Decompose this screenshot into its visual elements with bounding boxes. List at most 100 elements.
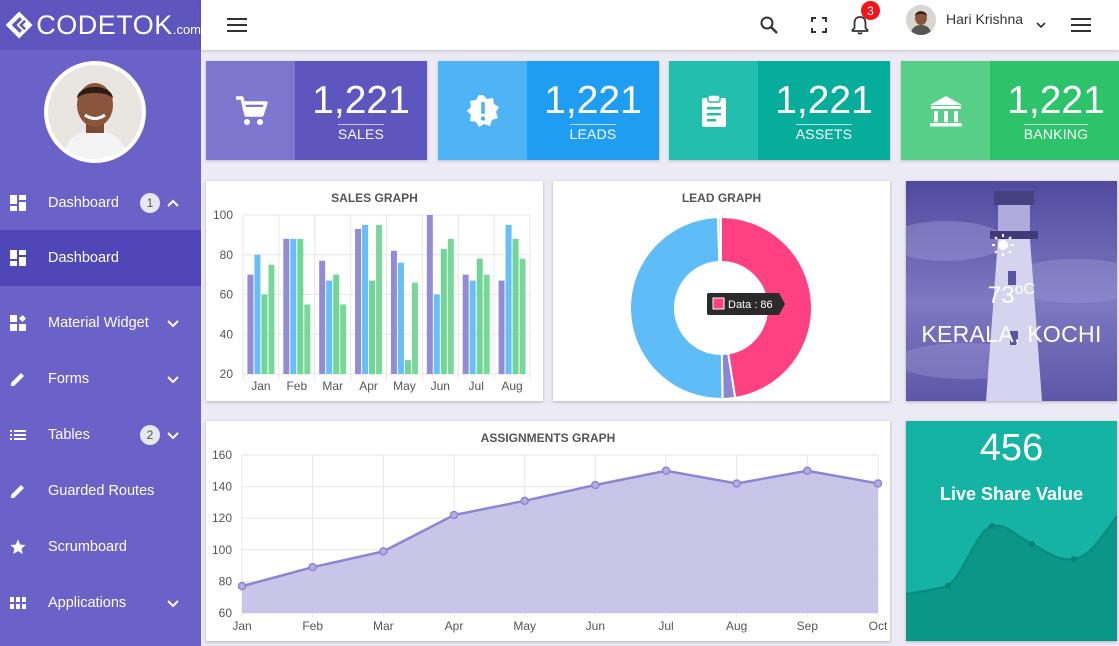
menu-toggle-button[interactable] [223, 11, 251, 39]
alert-badge-icon [466, 94, 499, 127]
donut-slice [716, 215, 722, 264]
chevron-down-icon[interactable] [166, 372, 180, 386]
count-badge: 1 [140, 193, 160, 213]
stat-label: BANKING [1023, 123, 1089, 142]
y-tick-label: 120 [212, 511, 232, 525]
chevron-down-icon [1036, 22, 1046, 29]
assignments-area-chart: 60 80 100 120 140 160 Jan Feb Mar Apr May Jun Jul Aug… [212, 448, 888, 633]
data-point [237, 581, 247, 591]
stat-card-banking[interactable]: 1,221 BANKING [901, 61, 1119, 160]
data-point [520, 496, 529, 506]
sidebar-item-label: Tables [48, 427, 90, 443]
fullscreen-icon [811, 17, 827, 33]
x-tick-label: Jan [232, 619, 251, 633]
assignments-graph-card: ASSIGNMENTS GRAPH 60 80 100 120 140 160 Jan Feb… [206, 421, 890, 641]
bar [247, 274, 254, 374]
x-tick-label: Apr [445, 619, 464, 633]
right-panel-toggle-button[interactable] [1067, 11, 1095, 39]
stat-icon-box [438, 61, 527, 160]
y-tick-label: 40 [220, 327, 234, 341]
stat-card-assets[interactable]: 1,221 ASSETS [669, 61, 890, 160]
profile-avatar[interactable] [44, 61, 146, 163]
bar [340, 304, 347, 374]
star-icon [9, 538, 27, 556]
user-menu-toggle[interactable] [1027, 11, 1055, 39]
x-tick-label: Mar [322, 379, 343, 393]
fullscreen-button[interactable] [805, 11, 833, 39]
bar [404, 360, 411, 374]
chevron-down-icon[interactable] [166, 316, 180, 330]
bar [290, 238, 297, 374]
sidebar-item-tables[interactable]: Tables 2 [0, 407, 201, 463]
chevron-up-icon[interactable] [166, 196, 180, 210]
data-point [379, 547, 388, 556]
y-tick-label: 100 [212, 543, 232, 557]
x-tick-label: Jun [431, 379, 450, 393]
sidebar-item-material-widget[interactable]: Material Widget [0, 295, 201, 351]
bar [505, 224, 512, 374]
sales-graph-card: SALES GRAPH 20 40 60 80 100 Jan Feb Mar Apr May Ju… [206, 181, 543, 401]
x-tick-label: May [393, 379, 416, 393]
weather-temperature: 73oC [987, 281, 1036, 309]
y-tick-label: 60 [219, 606, 233, 620]
x-tick-label: Aug [501, 379, 522, 393]
y-tick-label: 80 [219, 574, 233, 588]
bar [498, 280, 505, 374]
chevron-down-icon[interactable] [166, 596, 180, 610]
bar [476, 258, 483, 374]
sidebar-item-dashboard[interactable]: Dashboard [0, 230, 201, 286]
stat-card-leads[interactable]: 1,221 LEADS [438, 61, 659, 160]
weather-widget[interactable]: 73oC KERALA, KOCHI [906, 181, 1117, 401]
user-name[interactable]: Hari Krishna [946, 11, 1023, 27]
bar [369, 280, 376, 374]
sidebar-item-scrumboard[interactable]: Scrumboard [0, 519, 201, 575]
bank-icon [929, 95, 962, 126]
sidebar-item-applications[interactable]: Applications [0, 575, 201, 631]
sidebar-item-dashboard-group[interactable]: Dashboard 1 [0, 175, 201, 231]
bar [355, 228, 362, 374]
data-point [732, 479, 741, 488]
x-tick-label: May [513, 619, 536, 633]
data-point [803, 466, 812, 476]
stat-label: SALES [337, 123, 385, 142]
bar [447, 238, 454, 374]
brand-logo[interactable]: CODETOK.com [0, 0, 201, 50]
chevron-down-icon[interactable] [166, 428, 180, 442]
sidebar-item-label: Dashboard [48, 195, 119, 211]
bar [254, 254, 261, 374]
sidebar: CODETOK.com Dashboard 1 Dashboard Materi… [0, 0, 201, 646]
bar [376, 224, 383, 374]
sidebar-item-label: Applications [48, 595, 127, 611]
x-tick-label: Feb [286, 379, 307, 393]
stat-card-sales[interactable]: 1,221 SALES [206, 61, 427, 160]
user-avatar[interactable] [906, 5, 936, 35]
y-tick-label: 160 [212, 448, 232, 462]
dashboard-icon [9, 194, 27, 212]
x-tick-label: Apr [359, 379, 378, 393]
x-tick-label: Mar [373, 619, 394, 633]
x-tick-label: Oct [869, 619, 888, 633]
live-share-widget[interactable]: 456 Live Share Value [906, 421, 1117, 641]
sun-icon [992, 234, 1014, 256]
notification-count-badge: 3 [861, 1, 880, 20]
bar [326, 280, 333, 374]
lead-donut-chart: Data : 86 [629, 215, 813, 401]
pencil-icon [9, 482, 27, 500]
bar [319, 260, 326, 374]
bar [397, 262, 404, 374]
bar [483, 274, 490, 374]
bar [512, 238, 519, 374]
x-tick-label: Jul [469, 379, 484, 393]
stat-label: ASSETS [795, 123, 853, 142]
bar [390, 250, 397, 374]
weather-city: KERALA, KOCHI [921, 321, 1102, 347]
sidebar-item-forms[interactable]: Forms [0, 351, 201, 407]
bar [304, 304, 311, 374]
sidebar-item-guarded-routes[interactable]: Guarded Routes [0, 463, 201, 519]
data-point [661, 466, 671, 476]
top-bar: 3 Hari Krishna [201, 0, 1119, 50]
search-button[interactable] [755, 11, 783, 39]
stat-value: 1,221 [775, 78, 873, 122]
sidebar-item-label: Scrumboard [48, 539, 127, 555]
x-tick-label: Feb [302, 619, 323, 633]
